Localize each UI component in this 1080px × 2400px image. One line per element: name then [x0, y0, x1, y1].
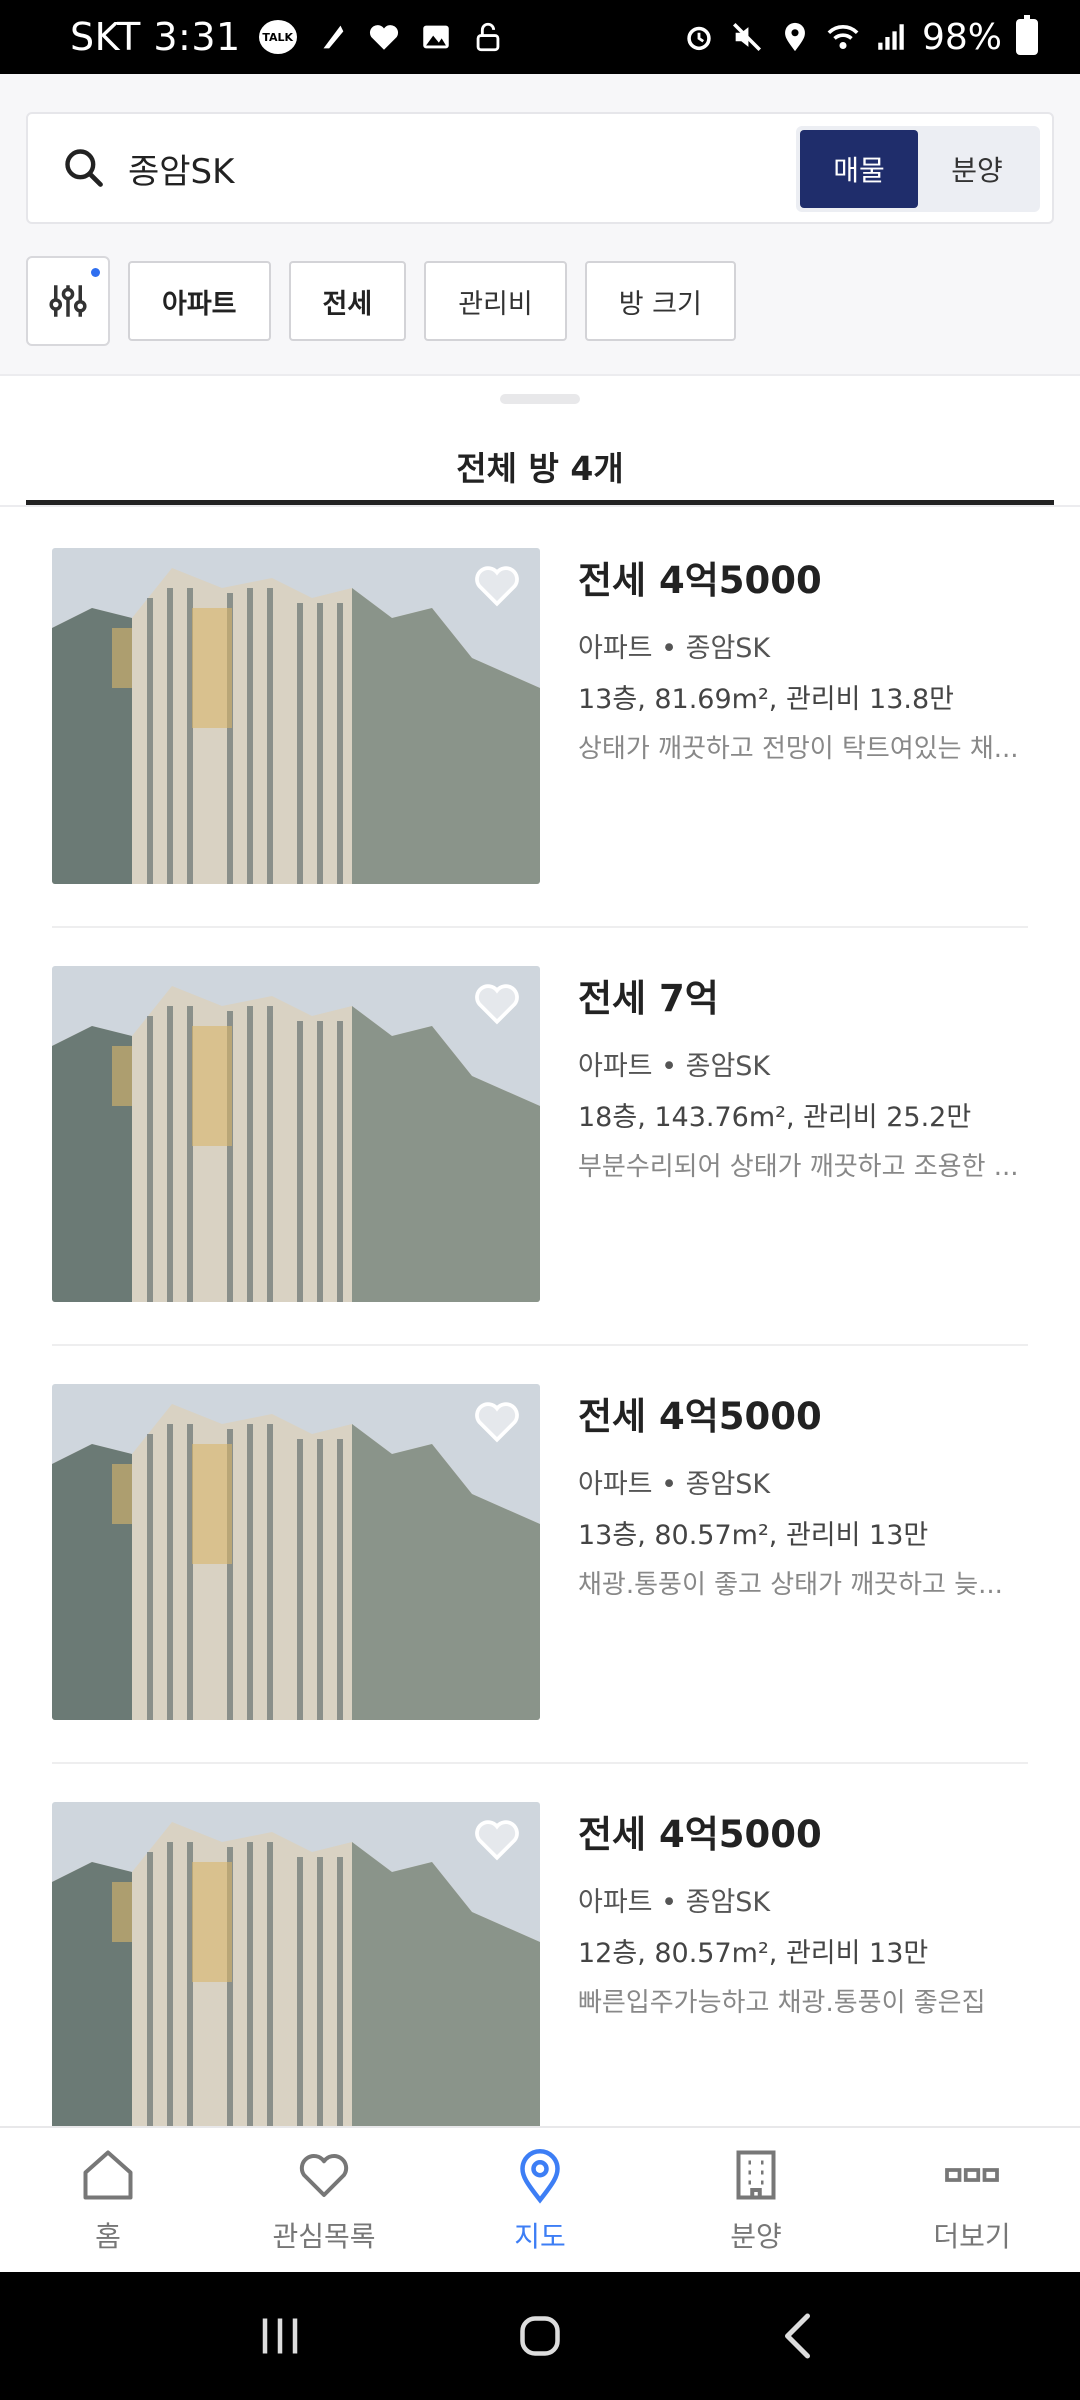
apartment-building-image — [52, 548, 540, 884]
listing-spec: 18층, 143.76m², 관리비 25.2만 — [578, 1102, 972, 1133]
listing-item[interactable]: 전세 4억5000 아파트 • 종암SK 13층, 80.57m², 관리비 1… — [52, 1384, 1028, 1802]
listing-info: 전세 7억 아파트 • 종암SK 18층, 143.76m², 관리비 25.2… — [578, 966, 1028, 1183]
nav-more[interactable]: 더보기 — [864, 2128, 1080, 2272]
listing-photo[interactable] — [52, 966, 540, 1302]
nav-more-label: 더보기 — [933, 2220, 1011, 2253]
back-icon[interactable] — [770, 2306, 830, 2366]
listing-list: 전세 4억5000 아파트 • 종암SK 13층, 81.69m², 관리비 1… — [52, 548, 1028, 2126]
search-input[interactable]: 종암SK — [128, 144, 234, 193]
heart-status-icon — [369, 25, 398, 50]
listing-item[interactable]: 전세 7억 아파트 • 종암SK 18층, 143.76m², 관리비 25.2… — [52, 966, 1028, 1384]
signal-icon — [878, 24, 904, 50]
nav-favorites[interactable]: 관심목록 — [216, 2128, 432, 2272]
listing-sheet: 전체 방 4개 전세 4억5000 아파트 • 종암SK 13층, 81.69m… — [0, 374, 1080, 2126]
apartment-building-image — [52, 966, 540, 1302]
listing-price: 전세 4억5000 — [578, 559, 822, 602]
listing-type-toggle: 매물 분양 — [796, 126, 1040, 212]
more-icon — [945, 2168, 999, 2182]
filter-chip-apartment[interactable]: 아파트 — [128, 261, 271, 341]
battery-icon — [1016, 15, 1038, 55]
listing-price: 전세 7억 — [578, 977, 719, 1020]
list-tab-title[interactable]: 전체 방 4개 — [0, 442, 1080, 490]
listing-spec: 13층, 80.57m², 관리비 13만 — [578, 1520, 929, 1551]
listing-description: 채광.통풍이 좋고 상태가 깨끗하고 늦... — [578, 1570, 1003, 1600]
listing-type: 아파트 • 종암SK — [578, 1051, 771, 1082]
listing-type: 아파트 • 종암SK — [578, 633, 771, 664]
status-bar: SKT 3:31 TALK 98% — [0, 0, 1080, 74]
listing-photo[interactable] — [52, 548, 540, 884]
mute-icon — [732, 22, 761, 52]
segment-listings-button[interactable]: 매물 — [800, 130, 918, 208]
segment-presale-button[interactable]: 분양 — [918, 130, 1036, 208]
listing-photo[interactable] — [52, 1384, 540, 1720]
listing-description: 상태가 깨끗하고 전망이 탁트여있는 채... — [578, 734, 1019, 764]
listing-info: 전세 4억5000 아파트 • 종암SK 12층, 80.57m², 관리비 1… — [578, 1802, 1028, 2019]
listing-price: 전세 4억5000 — [578, 1813, 822, 1856]
listing-type: 아파트 • 종암SK — [578, 1887, 771, 1918]
feather-icon — [323, 25, 344, 49]
sheet-drag-handle[interactable] — [500, 394, 580, 404]
home-icon — [83, 2150, 133, 2200]
filter-settings-button[interactable] — [26, 256, 110, 346]
search-icon[interactable] — [62, 146, 106, 190]
nav-presale-label: 분양 — [730, 2220, 782, 2253]
status-time: SKT 3:31 — [70, 15, 241, 59]
nav-presale[interactable]: 분양 — [648, 2128, 864, 2272]
building-icon — [736, 2150, 776, 2200]
kakaotalk-icon: TALK — [258, 20, 297, 54]
alarm-icon — [687, 26, 711, 51]
listing-description: 빠른입주가능하고 채광.통풍이 좋은집 — [578, 1988, 986, 2018]
listing-spec: 13층, 81.69m², 관리비 13.8만 — [578, 684, 955, 715]
listing-price: 전세 4억5000 — [578, 1395, 822, 1438]
filter-chip-jeonse[interactable]: 전세 — [288, 261, 407, 341]
listing-spec: 12층, 80.57m², 관리비 13만 — [578, 1938, 929, 1969]
bottom-navigation: 홈 관심목록 지도 분양 더보기 — [0, 2126, 1080, 2272]
battery-percent: 98% — [921, 16, 1002, 58]
listing-divider — [52, 1344, 1028, 1346]
listing-info: 전세 4억5000 아파트 • 종암SK 13층, 81.69m², 관리비 1… — [578, 548, 1028, 765]
home-button-icon[interactable] — [510, 2306, 570, 2366]
nav-favorites-label: 관심목록 — [272, 2220, 376, 2253]
filter-chip-maintenance-fee[interactable]: 관리비 — [424, 261, 567, 341]
image-icon — [422, 25, 449, 49]
location-icon — [785, 22, 805, 52]
apartment-building-image — [52, 1384, 540, 1720]
nav-map-label: 지도 — [514, 2220, 566, 2253]
notification-icons: TALK — [258, 20, 505, 54]
map-pin-icon — [520, 2149, 560, 2204]
system-icons: 98% — [682, 15, 1038, 58]
system-navigation-bar — [0, 2272, 1080, 2400]
listing-item[interactable]: 전세 4억5000 아파트 • 종암SK 12층, 80.57m², 관리비 1… — [52, 1802, 1028, 2126]
divider — [0, 505, 1080, 507]
listing-description: 부분수리되어 상태가 깨끗하고 조용한 ... — [578, 1152, 1019, 1182]
listing-type: 아파트 • 종암SK — [578, 1469, 771, 1500]
nav-home[interactable]: 홈 — [0, 2128, 216, 2272]
filter-chip-room-size[interactable]: 방 크기 — [584, 261, 736, 341]
apartment-building-image — [52, 1802, 540, 2126]
filter-active-dot — [91, 268, 100, 277]
recent-apps-icon[interactable] — [250, 2306, 310, 2366]
nav-home-label: 홈 — [95, 2220, 121, 2253]
sliders-icon — [49, 285, 87, 317]
favorite-heart-icon[interactable] — [470, 1396, 524, 1446]
favorite-heart-icon[interactable] — [470, 978, 524, 1028]
nav-map[interactable]: 지도 — [432, 2128, 648, 2272]
favorite-heart-icon[interactable] — [470, 1814, 524, 1864]
listing-divider — [52, 926, 1028, 928]
listing-info: 전세 4억5000 아파트 • 종암SK 13층, 80.57m², 관리비 1… — [578, 1384, 1028, 1601]
listing-photo[interactable] — [52, 1802, 540, 2126]
wifi-icon — [827, 25, 859, 50]
listing-divider — [52, 1762, 1028, 1764]
heart-icon — [299, 2154, 349, 2197]
unlock-icon — [476, 22, 500, 52]
search-header: 종암SK 매물 분양 아파트 전세 관리비 방 크기 — [0, 74, 1080, 374]
search-bar[interactable]: 종암SK 매물 분양 — [26, 112, 1054, 224]
listing-item[interactable]: 전세 4억5000 아파트 • 종암SK 13층, 81.69m², 관리비 1… — [52, 548, 1028, 966]
filter-bar: 아파트 전세 관리비 방 크기 — [26, 256, 736, 346]
favorite-heart-icon[interactable] — [470, 560, 524, 610]
